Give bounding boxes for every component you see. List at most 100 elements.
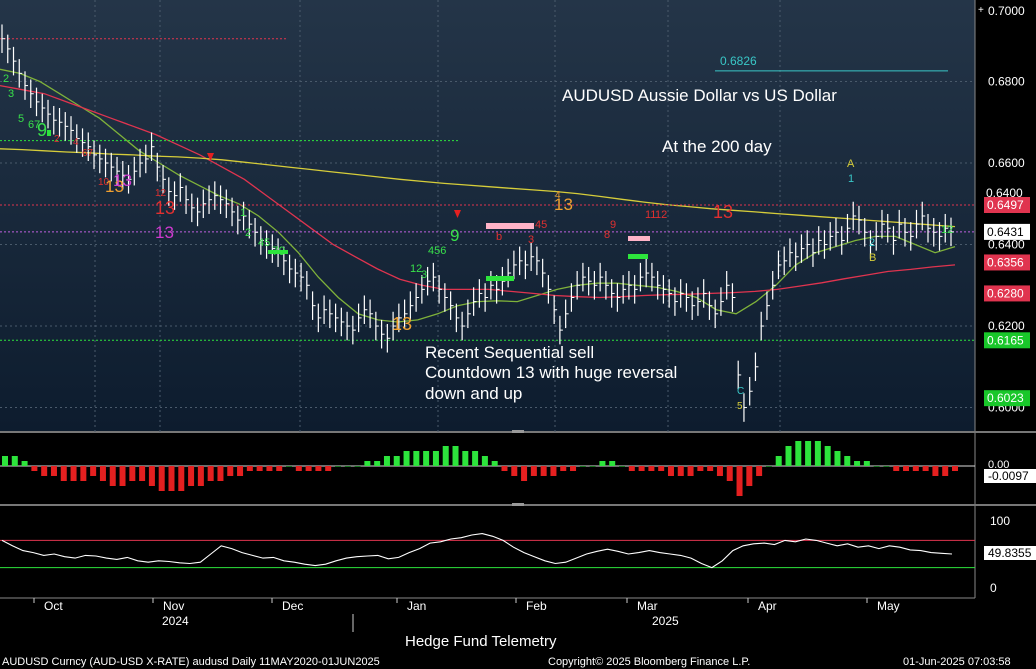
histogram-bar [873,466,880,467]
histogram-bar [413,451,420,466]
histogram-bar [952,466,958,471]
panel-resize-handle[interactable] [512,503,524,506]
histogram-bar [50,466,57,476]
count-marker: 5 [737,401,743,412]
histogram-bar [756,466,763,476]
level-label-0.6826: 0.6826 [720,54,757,68]
histogram-bar [481,456,488,466]
chart-title: AUDUSD Aussie Dollar vs US Dollar [562,86,837,105]
osc2-current-value: 49.8355 [988,546,1032,560]
count-marker: C [737,386,744,397]
count-marker: 13 [392,314,412,334]
histogram-bar [227,466,234,476]
footer-watermark: Hedge Fund Telemetry [405,633,557,650]
histogram-bar [824,446,831,466]
histogram-bar [344,466,351,467]
count-marker: 12 [941,224,953,236]
histogram-bar [364,461,371,466]
count-marker: 4 [73,137,79,148]
histogram-bar [619,466,626,467]
histogram-bar [883,466,890,467]
histogram-bar [354,466,361,467]
price-label-text: 0.6023 [987,391,1024,405]
annotation-line-2: Countdown 13 with huge reversal [425,363,677,382]
histogram-bar [932,466,939,476]
histogram-bar [795,441,802,466]
histogram-bar [697,466,704,471]
histogram-bar [403,451,410,466]
count-marker: 13 [155,198,175,218]
histogram-bar [863,461,870,466]
year-label-2024: 2024 [162,614,189,628]
histogram-bar [60,466,67,481]
osc1-panel [0,434,975,504]
histogram-bar [188,466,195,486]
osc2-axis-100: 100 [990,514,1010,528]
histogram-bar [237,466,244,476]
price-label-text: 0.6356 [987,255,1024,269]
footer-timestamp: 01-Jun-2025 07:03:58 [903,656,1011,668]
histogram-bar [579,466,586,467]
count-marker: 2 [54,134,60,145]
histogram-bar [687,466,694,476]
zone-bar [486,223,534,229]
histogram-bar [716,466,723,476]
histogram-bar [922,466,929,471]
histogram-bar [432,451,439,466]
histogram-bar [286,466,293,467]
count-marker: 9 [37,120,47,140]
histogram-bar [628,466,635,471]
count-marker: 67 [82,148,94,159]
histogram-bar [570,466,577,471]
panel-resize-handle[interactable] [512,430,524,433]
histogram-bar [119,466,126,486]
histogram-bar [31,466,38,471]
zone-bar [47,130,51,136]
zone-bar [486,276,514,281]
chart-subtitle: At the 200 day [662,137,772,156]
histogram-bar [550,466,557,476]
footer-security-info: AUDUSD Curncy (AUD-USD X-RATE) audusd Da… [2,656,380,668]
histogram-bar [530,466,537,476]
histogram-bar [41,466,48,476]
histogram-bar [158,466,165,491]
histogram-bar [511,466,518,476]
histogram-bar [80,466,87,481]
histogram-bar [462,451,469,466]
histogram-bar [217,466,224,481]
histogram-bar [90,466,97,476]
count-marker: 13 [713,202,733,222]
price-label-text: 0.6165 [987,333,1024,347]
histogram-bar [785,446,792,466]
histogram-bar [246,466,253,471]
price-tick-label: 0.6800 [988,75,1025,89]
count-marker: 456 [428,245,446,257]
histogram-bar [844,456,851,466]
count-marker: 45 [535,219,547,231]
histogram-bar [893,466,900,471]
histogram-bar [746,466,753,486]
zone-bar [628,254,648,259]
histogram-bar [521,466,528,481]
histogram-bar [609,461,616,466]
axis-scale-handle[interactable]: + [978,5,984,16]
histogram-bar [854,461,861,466]
zone-bar [628,236,650,241]
histogram-bar [266,466,273,471]
time-axis: Oct Nov Dec Jan Feb Mar Apr May [33,598,900,613]
histogram-bar [256,466,263,471]
histogram-bar [70,466,77,481]
price-axis-top-label: 0.7000 [988,4,1025,18]
chart-canvas: 2 3 5 67 9 2 4 67 10 13 13 12 13 13 1 2 … [0,0,1036,668]
annotation-line-1: Recent Sequential sell [425,343,594,362]
histogram-bar [912,466,919,471]
month-label: Mar [637,599,658,613]
histogram-bar [315,466,322,471]
histogram-bar [168,466,175,491]
count-marker: 3 [421,269,427,281]
histogram-bar [472,451,479,466]
histogram-bar [599,461,606,466]
histogram-bar [638,466,645,471]
count-marker: A [847,158,855,170]
histogram-bar [726,466,733,481]
